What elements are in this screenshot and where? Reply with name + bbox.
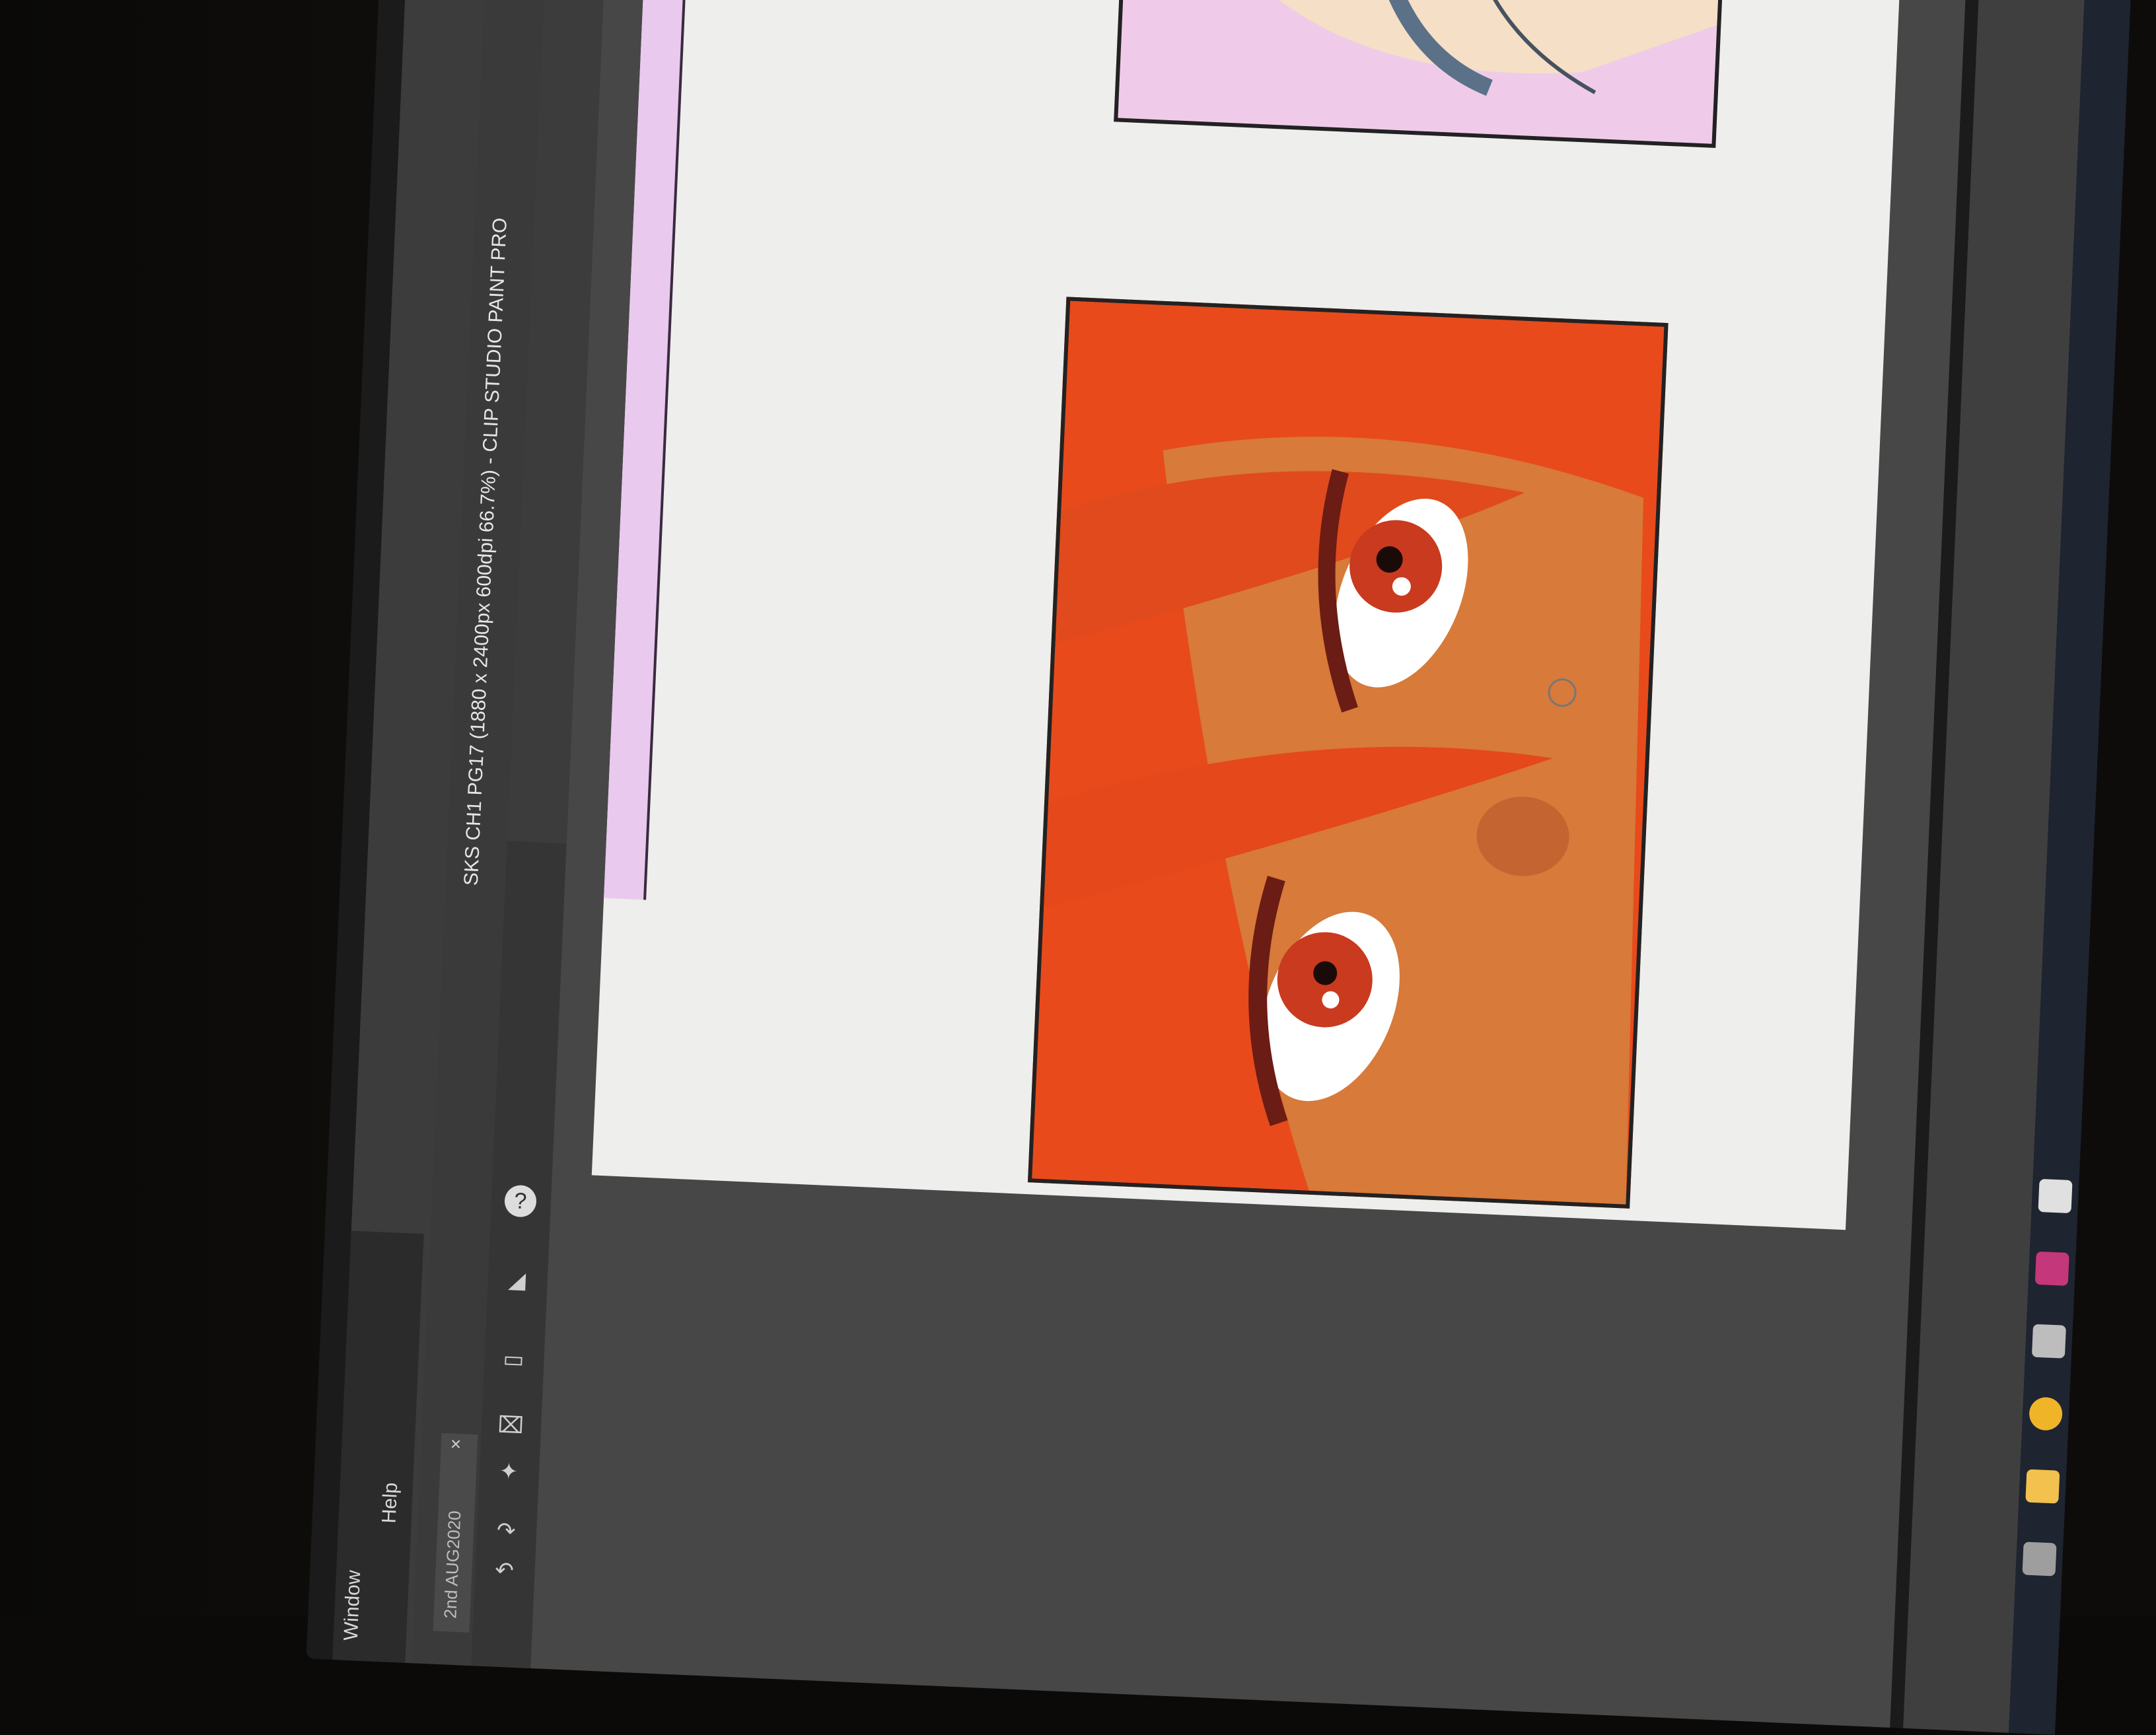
photo-background: Window Help SKS CH1 PG17 (1880 x 2400px … [0, 0, 2156, 1735]
comic-panel-eyes [1027, 297, 1669, 1209]
trash-icon[interactable] [2022, 1541, 2057, 1576]
fill-icon[interactable]: ◢ [501, 1264, 534, 1297]
transform-icon[interactable]: ⌧ [494, 1409, 527, 1442]
close-tab-button[interactable]: × [450, 1433, 462, 1455]
menu-bar: Window Help [332, 1230, 424, 1663]
undo-icon[interactable]: ↶ [488, 1554, 521, 1587]
game-icon[interactable] [2034, 1251, 2069, 1286]
selection-icon[interactable]: ▭ [497, 1343, 530, 1376]
panel-top-art [1205, 0, 1721, 96]
folder-icon[interactable] [2025, 1469, 2060, 1504]
comic-page[interactable] [591, 0, 1900, 1230]
new-icon[interactable]: ✦ [492, 1455, 525, 1488]
canvas-area[interactable] [530, 0, 1966, 1728]
menu-help[interactable]: Help [378, 1482, 403, 1524]
pinwheel-icon[interactable] [2038, 1178, 2073, 1214]
monitor: Window Help SKS CH1 PG17 (1880 x 2400px … [306, 0, 2132, 1735]
document-tab-label: 2nd AUG2020 [440, 1510, 465, 1619]
eyes-illustration [1032, 301, 1665, 1205]
chrome-icon[interactable] [2029, 1396, 2064, 1431]
swirl-icon[interactable] [2031, 1324, 2066, 1359]
redo-icon[interactable]: ↷ [489, 1514, 522, 1547]
window-title: SKS CH1 PG17 (1880 x 2400px 600dpi 66.7%… [460, 217, 511, 886]
help-icon[interactable]: ? [503, 1184, 538, 1218]
comic-panel-top [1114, 0, 1725, 149]
adjacent-page [604, 0, 689, 900]
menu-window[interactable]: Window [340, 1570, 366, 1641]
